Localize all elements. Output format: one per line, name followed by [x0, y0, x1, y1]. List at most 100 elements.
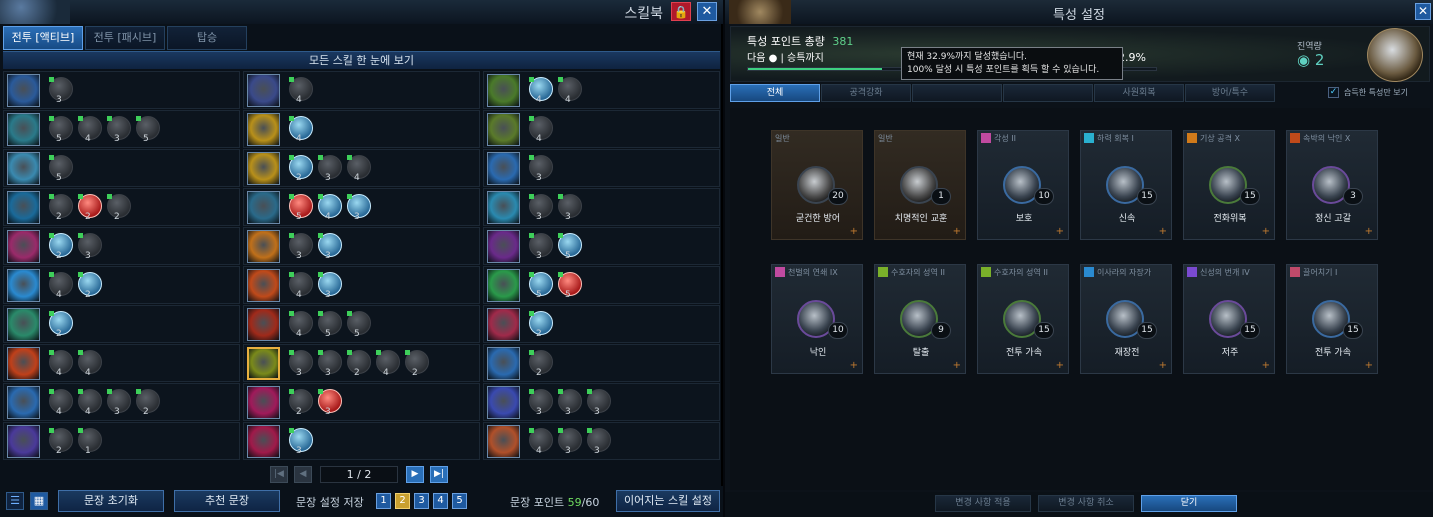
glyph-icon[interactable]: 5: [318, 311, 342, 339]
skill-cell[interactable]: 2: [483, 305, 720, 343]
glyph-icon[interactable]: 2: [49, 194, 73, 222]
glyph-icon[interactable]: 4: [529, 428, 553, 456]
trait-card[interactable]: 일반 1 치명적인 교훈 +: [874, 130, 966, 240]
skill-cell[interactable]: 44: [3, 344, 240, 382]
prev-page-icon[interactable]: ◀: [294, 466, 312, 483]
skill-icon[interactable]: [487, 269, 520, 302]
trait-tab-3[interactable]: [1003, 84, 1093, 102]
glyph-icon[interactable]: 2: [78, 194, 102, 222]
glyph-icon[interactable]: 2: [289, 155, 313, 183]
glyph-slot-4[interactable]: 4: [433, 493, 448, 509]
glyph-icon[interactable]: 3: [49, 77, 73, 105]
glyph-icon[interactable]: 3: [529, 233, 553, 261]
skill-cell[interactable]: 33: [483, 188, 720, 226]
glyph-icon[interactable]: 3: [318, 389, 342, 417]
skill-cell[interactable]: 5 4 3: [243, 188, 480, 226]
chain-skill-settings-button[interactable]: 이어지는 스킬 설정: [616, 490, 720, 512]
glyph-icon[interactable]: 3: [289, 428, 313, 456]
skill-cell[interactable]: 4: [243, 71, 480, 109]
trait-card[interactable]: 수호자의 성역 II 9 탈출 +: [874, 264, 966, 374]
glyph-icon[interactable]: 5: [558, 233, 582, 261]
glyph-icon[interactable]: 3: [558, 194, 582, 222]
skill-cell[interactable]: 3: [483, 149, 720, 187]
trait-card[interactable]: 천벌의 연쇄 IX 10 낙인 +: [771, 264, 863, 374]
trait-card[interactable]: 기상 공격 X 15 전화위복 +: [1183, 130, 1275, 240]
trait-plus-icon[interactable]: +: [850, 360, 858, 371]
skill-icon[interactable]: [247, 386, 280, 419]
glyph-icon[interactable]: 2: [136, 389, 160, 417]
skill-icon[interactable]: [247, 347, 280, 380]
glyph-icon[interactable]: 4: [347, 155, 371, 183]
reset-glyphs-button[interactable]: 문장 초기화: [58, 490, 164, 512]
glyph-icon[interactable]: 3: [107, 389, 131, 417]
glyph-icon[interactable]: 4: [376, 350, 400, 378]
skill-icon[interactable]: [247, 308, 280, 341]
tab-passive-skills[interactable]: 전투 [패시브]: [85, 26, 165, 50]
glyph-slot-2[interactable]: 2: [395, 493, 410, 509]
trait-card[interactable]: 하력 회복 I 15 신속 +: [1080, 130, 1172, 240]
glyph-icon[interactable]: 4: [78, 116, 102, 144]
skill-cell[interactable]: 33: [243, 227, 480, 265]
glyph-icon[interactable]: 3: [558, 428, 582, 456]
trait-tab-2[interactable]: [912, 84, 1002, 102]
glyph-icon[interactable]: 4: [289, 311, 313, 339]
skill-icon[interactable]: [7, 425, 40, 458]
glyph-icon[interactable]: 3: [78, 233, 102, 261]
skill-cell[interactable]: 4 3 3: [483, 422, 720, 460]
skill-cell[interactable]: 4: [243, 110, 480, 148]
skill-cell[interactable]: 21: [3, 422, 240, 460]
glyph-icon[interactable]: 4: [78, 389, 102, 417]
glyph-icon[interactable]: 1: [78, 428, 102, 456]
trait-plus-icon[interactable]: +: [1262, 360, 1270, 371]
glyph-icon[interactable]: 2: [49, 233, 73, 261]
skill-cell[interactable]: 23: [243, 383, 480, 421]
skill-cell[interactable]: 4 4 3 2: [3, 383, 240, 421]
close-button[interactable]: 닫기: [1141, 495, 1237, 512]
glyph-icon[interactable]: 3: [289, 350, 313, 378]
glyph-icon[interactable]: 2: [78, 272, 102, 300]
glyph-icon[interactable]: 4: [289, 272, 313, 300]
skill-cell[interactable]: 2 3 4: [243, 149, 480, 187]
trait-tab-0[interactable]: 전체: [730, 84, 820, 102]
skill-icon[interactable]: [7, 308, 40, 341]
skill-cell[interactable]: 5: [3, 149, 240, 187]
glyph-icon[interactable]: 3: [347, 194, 371, 222]
glyph-icon[interactable]: 4: [529, 77, 553, 105]
glyph-icon[interactable]: 2: [49, 428, 73, 456]
skill-icon[interactable]: [247, 113, 280, 146]
glyph-icon[interactable]: 3: [318, 155, 342, 183]
trait-card[interactable]: 수호자의 성역 II 15 전투 가속 +: [977, 264, 1069, 374]
glyph-icon[interactable]: 3: [318, 272, 342, 300]
trait-plus-icon[interactable]: +: [1056, 360, 1064, 371]
skill-cell[interactable]: 23: [3, 227, 240, 265]
trait-tab-5[interactable]: 방어/특수: [1185, 84, 1275, 102]
trait-tab-4[interactable]: 사원회복: [1094, 84, 1184, 102]
close-icon[interactable]: ✕: [1415, 3, 1431, 20]
trait-plus-icon[interactable]: +: [850, 226, 858, 237]
skill-cell[interactable]: 55: [483, 266, 720, 304]
trait-card[interactable]: 신성의 번개 IV 15 저주 +: [1183, 264, 1275, 374]
skill-icon[interactable]: [487, 230, 520, 263]
grid-view-icon[interactable]: ▦: [30, 492, 48, 510]
glyph-icon[interactable]: 2: [107, 194, 131, 222]
skill-cell[interactable]: 42: [3, 266, 240, 304]
skill-icon[interactable]: [487, 347, 520, 380]
skill-icon[interactable]: [247, 425, 280, 458]
cancel-changes-button[interactable]: 변경 사항 취소: [1038, 495, 1134, 512]
skill-icon[interactable]: [7, 269, 40, 302]
skill-cell[interactable]: 4 5 5: [243, 305, 480, 343]
skill-cell[interactable]: 3 3 2 4 2: [243, 344, 480, 382]
skill-icon[interactable]: [7, 230, 40, 263]
trait-tab-1[interactable]: 공격강화: [821, 84, 911, 102]
skill-cell[interactable]: 43: [243, 266, 480, 304]
skill-cell[interactable]: 4: [483, 110, 720, 148]
skill-icon[interactable]: [487, 425, 520, 458]
glyph-icon[interactable]: 4: [289, 77, 313, 105]
skill-icon[interactable]: [487, 386, 520, 419]
glyph-icon[interactable]: 4: [318, 194, 342, 222]
lock-icon[interactable]: 🔒: [671, 2, 691, 21]
skill-icon[interactable]: [487, 308, 520, 341]
skill-icon[interactable]: [487, 113, 520, 146]
trait-plus-icon[interactable]: +: [953, 226, 961, 237]
skill-icon[interactable]: [7, 74, 40, 107]
